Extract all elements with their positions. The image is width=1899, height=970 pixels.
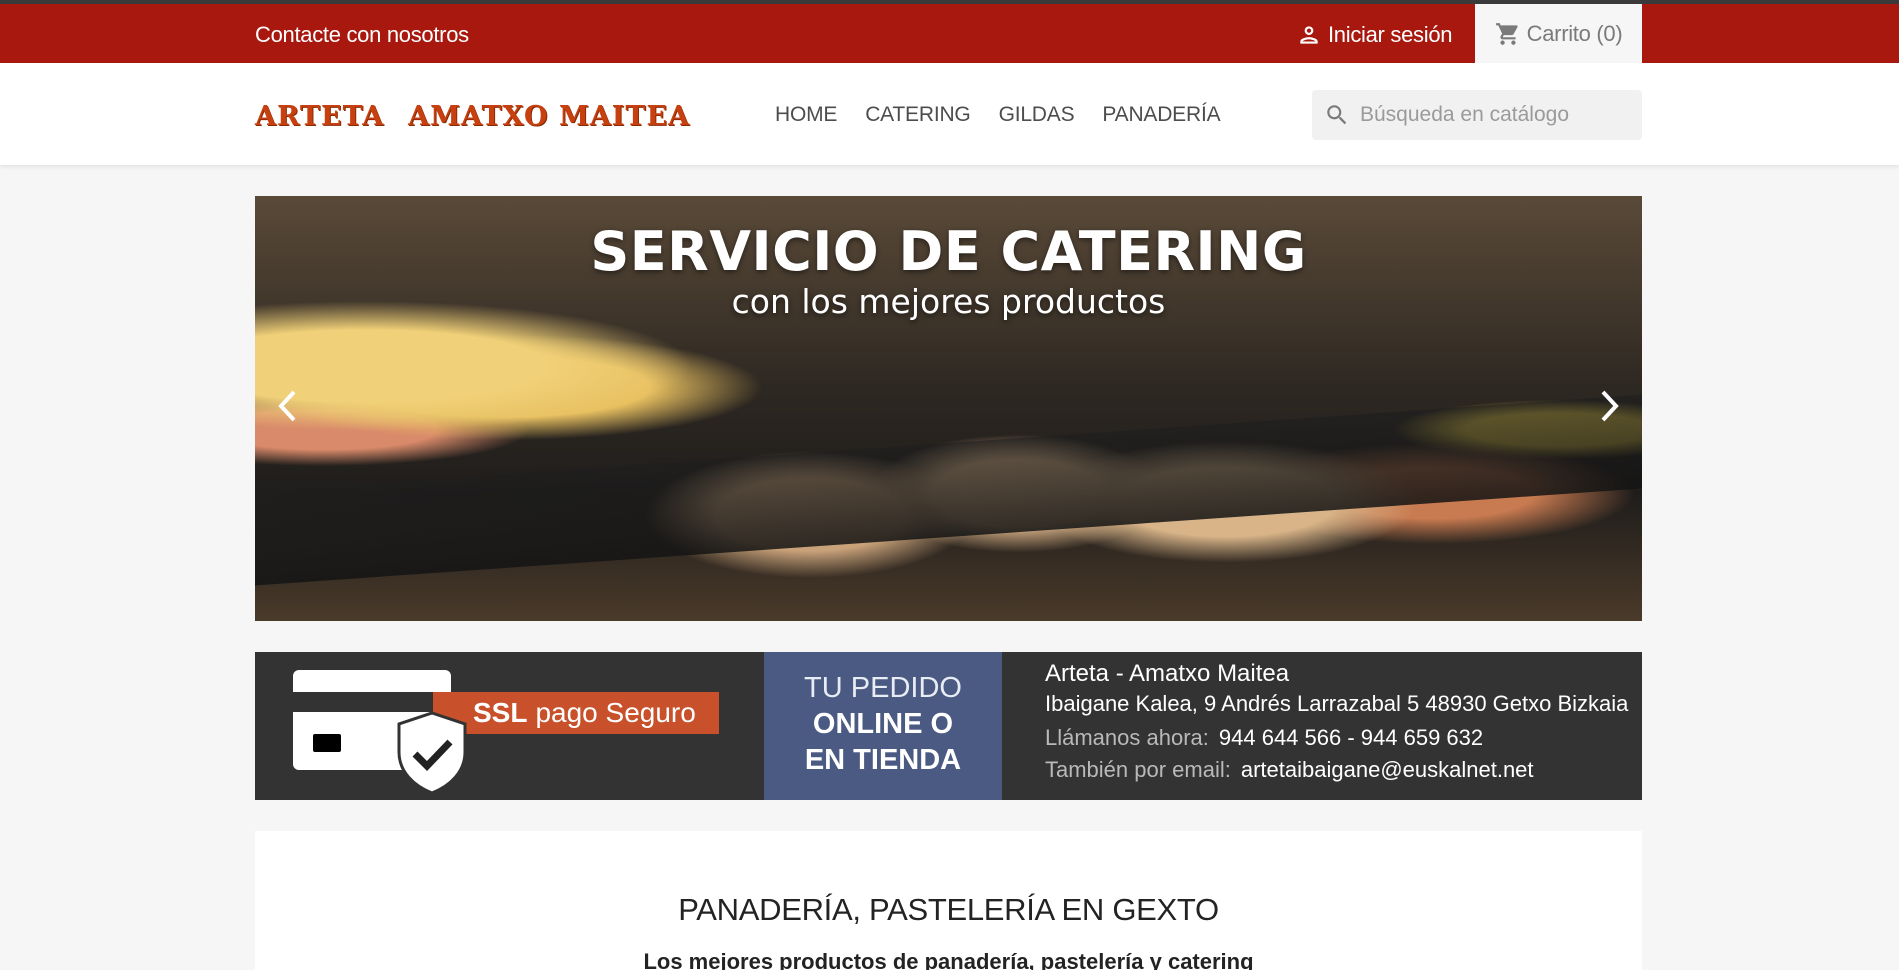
site-logo[interactable]: ARTETA AMATXO MAITEA	[255, 101, 690, 132]
search-icon[interactable]	[1324, 102, 1350, 128]
cart-button[interactable]: Carrito (0)	[1475, 4, 1642, 63]
shopping-cart-icon	[1495, 21, 1521, 47]
chevron-left-icon	[276, 389, 298, 428]
ssl-label: SSL pago Seguro	[433, 692, 719, 734]
email-label: También por email:	[1045, 757, 1231, 782]
main-nav: HOME CATERING GILDAS PANADERÍA	[761, 103, 1234, 127]
user-icon	[1296, 22, 1322, 48]
nav-home[interactable]: HOME	[761, 103, 851, 127]
logo-left-text: ARTETA	[255, 101, 385, 132]
top-bar: Contacte con nosotros Iniciar sesión Car…	[0, 0, 1899, 63]
phone-row: Llámanos ahora: 944 644 566 - 944 659 632	[1045, 722, 1628, 754]
hero-title: SERVICIO DE CATERING	[590, 220, 1307, 283]
page-subheading: Los mejores productos de panadería, past…	[643, 949, 1254, 970]
site-header: ARTETA AMATXO MAITEA HOME CATERING GILDAS…	[0, 63, 1899, 165]
carousel-next-button[interactable]	[1590, 386, 1630, 430]
phone-number: 944 644 566 - 944 659 632	[1218, 725, 1484, 750]
carousel-prev-button[interactable]	[267, 386, 307, 430]
nav-panaderia[interactable]: PANADERÍA	[1088, 103, 1234, 127]
hero-carousel: SERVICIO DE CATERING con los mejores pro…	[255, 196, 1642, 621]
search-input[interactable]	[1360, 103, 1620, 127]
contact-info: Arteta - Amatxo Maitea Ibaigane Kalea, 9…	[1045, 658, 1628, 786]
nav-catering[interactable]: CATERING	[851, 103, 984, 127]
logo-right-text: AMATXO MAITEA	[408, 101, 691, 132]
order-line-2: ONLINE O	[812, 708, 954, 740]
order-section: TU PEDIDO ONLINE O EN TIENDA	[764, 652, 1002, 800]
nav-gildas[interactable]: GILDAS	[985, 103, 1089, 127]
login-link[interactable]: Iniciar sesión	[1296, 22, 1453, 48]
page-heading: PANADERÍA, PASTELERÍA EN GEXTO	[678, 892, 1219, 927]
chevron-right-icon	[1599, 389, 1621, 428]
login-label: Iniciar sesión	[1328, 22, 1453, 47]
ssl-rest: pago Seguro	[535, 697, 696, 728]
phone-label: Llámanos ahora:	[1045, 725, 1209, 750]
contact-link[interactable]: Contacte con nosotros	[255, 22, 469, 48]
intro-section: PANADERÍA, PASTELERÍA EN GEXTO Los mejor…	[255, 831, 1642, 970]
hero-subtitle: con los mejores productos	[731, 282, 1166, 321]
ssl-bold: SSL	[473, 697, 528, 728]
order-line-3: EN TIENDA	[804, 744, 962, 776]
email-row: También por email: artetaibaigane@euskaln…	[1045, 754, 1628, 786]
info-banner: SSL pago Seguro TU PEDIDO ONLINE O EN TIE…	[255, 652, 1642, 800]
email-address: artetaibaigane@euskalnet.net	[1240, 757, 1534, 782]
ssl-section: SSL pago Seguro	[255, 652, 764, 800]
search-box	[1312, 90, 1642, 140]
cart-label: Carrito (0)	[1526, 20, 1623, 46]
shield-check-icon	[395, 710, 469, 801]
business-address: Ibaigane Kalea, 9 Andrés Larrazabal 5 48…	[1045, 691, 1629, 716]
business-name: Arteta - Amatxo Maitea	[1045, 660, 1290, 687]
order-line-1: TU PEDIDO	[804, 672, 962, 704]
